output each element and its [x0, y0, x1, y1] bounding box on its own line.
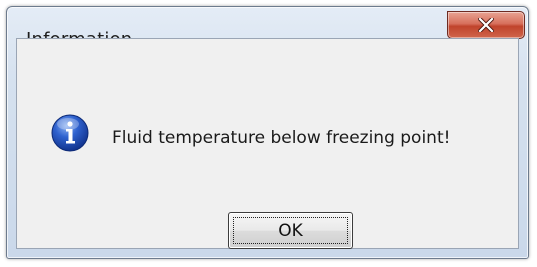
information-icon [51, 114, 89, 152]
dialog-body: Fluid temperature below freezing point! … [16, 38, 519, 249]
information-dialog: Information [6, 6, 529, 259]
dialog-message: Fluid temperature below freezing point! [112, 128, 451, 148]
close-icon [478, 18, 494, 32]
close-button[interactable] [447, 11, 525, 39]
ok-button-label: OK [278, 220, 303, 241]
ok-button[interactable]: OK [228, 212, 353, 249]
